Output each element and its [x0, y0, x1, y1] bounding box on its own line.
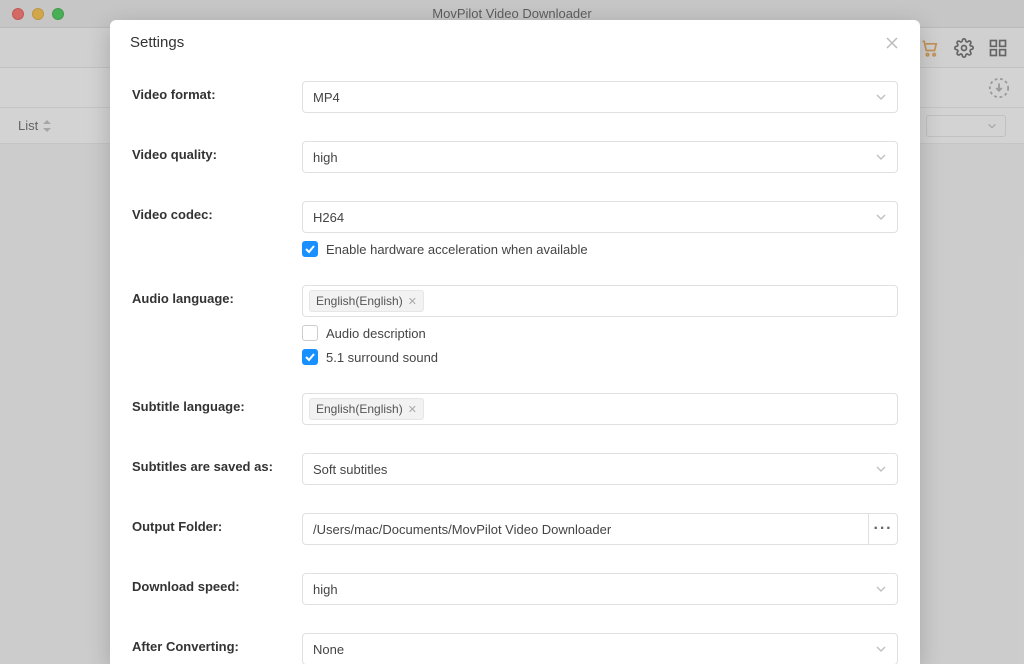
- modal-body: Video format: MP4 Video quality: high Vi…: [110, 59, 920, 664]
- tag-audio-language: English(English) ✕: [309, 290, 424, 312]
- select-subtitles-saved-as[interactable]: Soft subtitles: [302, 453, 898, 485]
- row-output-folder: Output Folder: /Users/mac/Documents/MovP…: [132, 499, 898, 559]
- label-after-converting: After Converting:: [132, 633, 302, 654]
- checkbox-hw-accel-box: [302, 241, 318, 257]
- row-video-format: Video format: MP4: [132, 67, 898, 127]
- input-output-folder[interactable]: /Users/mac/Documents/MovPilot Video Down…: [302, 513, 868, 545]
- label-output-folder: Output Folder:: [132, 513, 302, 534]
- label-audio-language: Audio language:: [132, 285, 302, 306]
- label-subtitles-saved-as: Subtitles are saved as:: [132, 453, 302, 474]
- value-after-converting: None: [313, 642, 344, 657]
- select-video-quality[interactable]: high: [302, 141, 898, 173]
- select-after-converting[interactable]: None: [302, 633, 898, 664]
- checkbox-audio-description-box: [302, 325, 318, 341]
- tag-subtitle-language: English(English) ✕: [309, 398, 424, 420]
- chevron-down-icon: [875, 463, 887, 475]
- checkbox-surround[interactable]: 5.1 surround sound: [302, 349, 898, 365]
- value-subtitles-saved-as: Soft subtitles: [313, 462, 387, 477]
- close-icon[interactable]: [884, 35, 900, 51]
- value-output-folder: /Users/mac/Documents/MovPilot Video Down…: [313, 522, 611, 537]
- row-video-quality: Video quality: high: [132, 127, 898, 187]
- taginput-audio-language[interactable]: English(English) ✕: [302, 285, 898, 317]
- chevron-down-icon: [875, 151, 887, 163]
- checkbox-hw-accel-label: Enable hardware acceleration when availa…: [326, 242, 588, 257]
- tag-subtitle-language-text: English(English): [316, 402, 403, 416]
- row-download-speed: Download speed: high: [132, 559, 898, 619]
- checkbox-surround-box: [302, 349, 318, 365]
- row-video-codec: Video codec: H264 Enable hardware accele…: [132, 187, 898, 271]
- row-subtitle-language: Subtitle language: English(English) ✕: [132, 379, 898, 439]
- row-after-converting: After Converting: None: [132, 619, 898, 664]
- label-video-quality: Video quality:: [132, 141, 302, 162]
- checkbox-audio-description[interactable]: Audio description: [302, 325, 898, 341]
- settings-modal: Settings Video format: MP4 Video quality…: [110, 20, 920, 664]
- checkbox-hw-accel[interactable]: Enable hardware acceleration when availa…: [302, 241, 898, 257]
- more-icon: ···: [874, 520, 893, 538]
- taginput-subtitle-language[interactable]: English(English) ✕: [302, 393, 898, 425]
- chevron-down-icon: [875, 643, 887, 655]
- select-video-codec[interactable]: H264: [302, 201, 898, 233]
- value-download-speed: high: [313, 582, 338, 597]
- value-video-format: MP4: [313, 90, 340, 105]
- row-subtitles-saved-as: Subtitles are saved as: Soft subtitles: [132, 439, 898, 499]
- chevron-down-icon: [875, 91, 887, 103]
- modal-header: Settings: [110, 20, 920, 59]
- browse-folder-button[interactable]: ···: [868, 513, 898, 545]
- label-download-speed: Download speed:: [132, 573, 302, 594]
- row-audio-language: Audio language: English(English) ✕ Audio…: [132, 271, 898, 379]
- label-video-codec: Video codec:: [132, 201, 302, 222]
- modal-title: Settings: [130, 34, 184, 51]
- checkbox-surround-label: 5.1 surround sound: [326, 350, 438, 365]
- tag-audio-language-remove[interactable]: ✕: [408, 295, 417, 308]
- tag-subtitle-language-remove[interactable]: ✕: [408, 403, 417, 416]
- select-download-speed[interactable]: high: [302, 573, 898, 605]
- select-video-format[interactable]: MP4: [302, 81, 898, 113]
- value-video-codec: H264: [313, 210, 344, 225]
- checkbox-audio-description-label: Audio description: [326, 326, 426, 341]
- chevron-down-icon: [875, 211, 887, 223]
- label-video-format: Video format:: [132, 81, 302, 102]
- label-subtitle-language: Subtitle language:: [132, 393, 302, 414]
- tag-audio-language-text: English(English): [316, 294, 403, 308]
- value-video-quality: high: [313, 150, 338, 165]
- chevron-down-icon: [875, 583, 887, 595]
